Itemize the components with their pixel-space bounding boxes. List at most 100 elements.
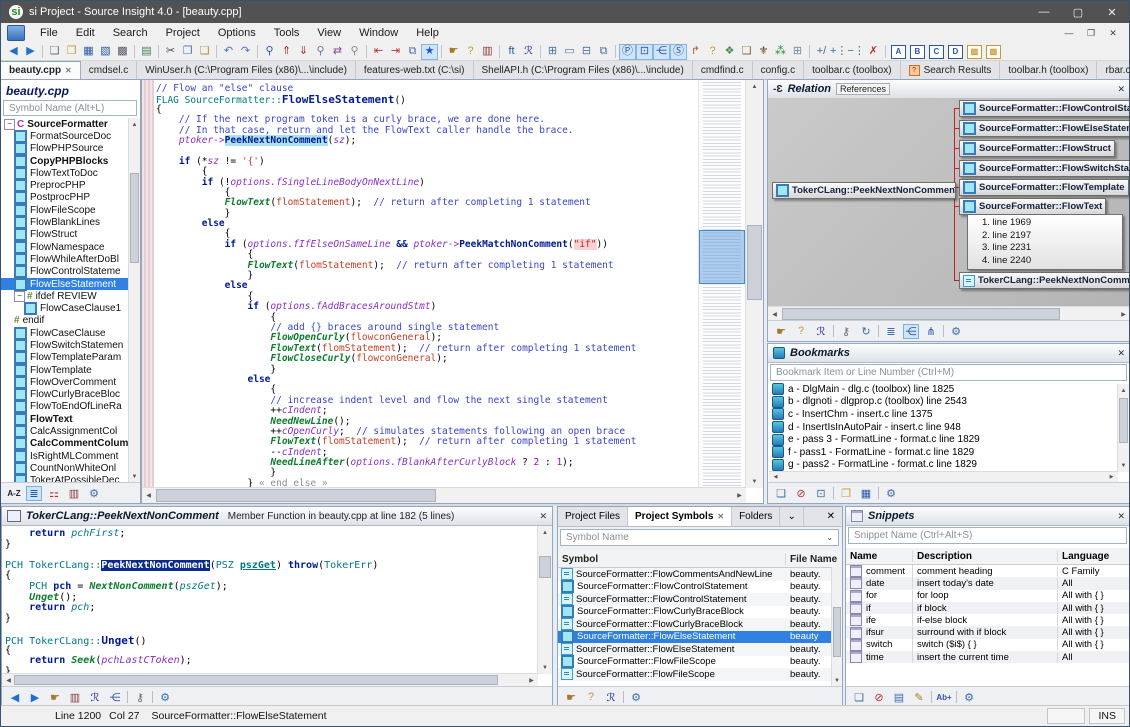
close-icon[interactable]: ✕ <box>1117 84 1125 95</box>
tab-featuresweb.txt[interactable]: features-web.txt (C:\si) <box>356 61 474 79</box>
snippet-props-icon[interactable]: ✎ <box>911 690 927 705</box>
editor-overview-strip[interactable] <box>698 80 745 488</box>
chevron-down-icon[interactable]: ⌄ <box>826 533 833 542</box>
relation-window-icon[interactable]: ⋲ <box>653 44 670 60</box>
bookmarks-vscrollbar[interactable]: ▲ ▼ <box>1117 384 1129 472</box>
bookmark-item[interactable]: e - pass 3 - FormatLine - format.c line … <box>769 433 1118 446</box>
project-symbol-row[interactable]: SourceFormatter::FlowFileScopebeauty. <box>558 668 842 681</box>
format-text-icon[interactable]: ft <box>503 44 520 60</box>
scroll-up-icon[interactable]: ▲ <box>746 80 763 93</box>
save-icon[interactable]: ▦ <box>80 44 97 60</box>
bookmark-filter-input[interactable]: Bookmark Item or Line Number (Ctrl+M) <box>770 364 1127 381</box>
snippet-row[interactable]: timeinsert the current timeAll <box>846 651 1130 663</box>
scroll-up-icon[interactable]: ▲ <box>129 118 140 131</box>
forward-icon[interactable]: ▶ <box>27 690 43 705</box>
scrollbar-thumb[interactable] <box>833 607 841 657</box>
reference-line[interactable]: 3. line 2231 <box>982 242 1118 255</box>
symbol-item[interactable]: FlowWhileAfterDoBl <box>1 253 129 265</box>
cut-icon[interactable]: ✂ <box>162 44 179 60</box>
symbol-item[interactable]: FlowCaseClause <box>1 327 129 339</box>
scroll-up-icon[interactable]: ▲ <box>538 526 552 539</box>
bookmark-item[interactable]: c - InsertChm - insert.c line 1375 <box>769 408 1118 421</box>
symbol-item[interactable]: FlowTextToDoc <box>1 167 129 179</box>
project-symbol-row[interactable]: SourceFormatter::FlowElseStatementbeauty <box>558 631 842 644</box>
renumber-icon[interactable]: ℛ <box>603 690 619 705</box>
relation-node[interactable]: SourceFormatter::FlowControlStatemen <box>959 100 1130 117</box>
draft-view-icon[interactable]: ⊞ <box>789 44 806 60</box>
key-a-icon[interactable]: A <box>891 45 906 59</box>
project-symbol-row[interactable]: SourceFormatter::FlowCommentsAndNewLineb… <box>558 568 842 581</box>
redo-icon[interactable]: ↷ <box>237 44 254 60</box>
project-window-icon[interactable]: Ⓟ <box>619 44 636 60</box>
goto-bookmark-icon[interactable]: ⊡ <box>813 486 829 501</box>
browse-symbols-icon[interactable]: ☛ <box>47 690 63 705</box>
overview-viewport[interactable] <box>699 230 745 284</box>
scroll-left-icon[interactable]: ◀ <box>768 307 781 321</box>
relation-node[interactable]: SourceFormatter::FlowStruct <box>959 140 1115 157</box>
filename-column-header[interactable]: File Name <box>786 554 842 565</box>
symbol-item[interactable]: FlowElseStatement <box>1 278 129 290</box>
settings-icon[interactable]: ⚙ <box>157 690 173 705</box>
scroll-right-icon[interactable]: ▶ <box>1117 307 1130 321</box>
symbol-column-header[interactable]: Symbol <box>558 554 786 565</box>
symbol-info-icon[interactable]: ❖ <box>721 44 738 60</box>
tab-toolbar.c[interactable]: toolbar.c (toolbox) <box>804 61 901 79</box>
help-doc-icon[interactable]: ? <box>583 690 599 705</box>
indent-right-icon[interactable]: +⋮ <box>830 44 847 60</box>
undo-icon[interactable]: ↶ <box>220 44 237 60</box>
replace-icon[interactable]: ⇄ <box>329 44 346 60</box>
project-vscrollbar[interactable]: ▼ <box>831 567 842 687</box>
code-editor[interactable]: // Flow an "else" clauseFLAG SourceForma… <box>141 79 764 504</box>
settings-icon[interactable]: ⚙ <box>961 690 977 705</box>
window-minimize-button[interactable]: — <box>1027 1 1061 23</box>
project-symbol-row[interactable]: SourceFormatter::FlowFileScopebeauty. <box>558 656 842 669</box>
snippet-row[interactable]: ifsursurround with if blockAll with { } <box>846 626 1130 638</box>
chart-view-icon[interactable]: ⋔ <box>923 324 939 339</box>
symbol-item[interactable]: FlowTemplateParam <box>1 352 129 364</box>
tab-project-symbols[interactable]: Project Symbols✕ <box>628 507 732 526</box>
back-icon[interactable]: ◀ <box>5 44 22 60</box>
search-backward-icon[interactable]: ⇑ <box>278 44 295 60</box>
mdi-minimize-button[interactable]: — <box>1059 25 1079 41</box>
paste-icon[interactable]: ❑ <box>196 44 213 60</box>
cancel-icon[interactable]: ✗ <box>865 44 882 60</box>
reference-line[interactable]: 1. line 1969 <box>982 217 1118 230</box>
symbol-item[interactable]: CountNonWhiteOnl <box>1 462 129 474</box>
settings-icon[interactable]: ⚙ <box>883 486 899 501</box>
menu-window[interactable]: Window <box>350 25 407 41</box>
menu-tools[interactable]: Tools <box>265 25 309 41</box>
layout-single-icon[interactable]: ▭ <box>561 44 578 60</box>
menu-project[interactable]: Project <box>157 25 209 41</box>
snippet-row[interactable]: switchswitch ($i$) { }All with { } <box>846 639 1130 651</box>
new-file-icon[interactable]: ❏ <box>46 44 63 60</box>
symbol-item[interactable]: FlowBlankLines <box>1 216 129 228</box>
tab-close-icon[interactable]: ✕ <box>717 512 724 521</box>
rename-icon[interactable]: Ab+ <box>936 690 952 705</box>
forward-icon[interactable]: ▶ <box>22 44 39 60</box>
relation-node[interactable]: SourceFormatter::FlowSwitchStatement <box>959 160 1130 177</box>
tab-close-icon[interactable]: ✕ <box>65 66 72 75</box>
scroll-up-icon[interactable]: ▲ <box>1118 384 1129 397</box>
symbol-item[interactable]: FlowStruct <box>1 229 129 241</box>
symbol-item[interactable]: FormatSourceDoc <box>1 130 129 142</box>
snippet-row[interactable]: ifeif-else blockAll with { } <box>846 614 1130 626</box>
scroll-right-icon[interactable]: ▶ <box>733 488 746 503</box>
scrollbar-thumb[interactable] <box>130 173 139 263</box>
reference-line[interactable]: 4. line 2240 <box>982 255 1118 268</box>
symbol-item[interactable]: #endif <box>1 315 129 327</box>
add-bookmark-icon[interactable]: ❏ <box>773 486 789 501</box>
symbol-list-scrollbar[interactable]: ▲ ▼ <box>128 118 140 483</box>
scrollbar-thumb[interactable] <box>1119 398 1128 443</box>
browse-project-icon[interactable]: ⚲ <box>346 44 363 60</box>
window-close-button[interactable]: ✕ <box>1095 1 1129 23</box>
snippet-row[interactable]: forfor loopAll with { } <box>846 590 1130 602</box>
key-c-icon[interactable]: C <box>929 45 944 59</box>
refresh-icon[interactable]: ↻ <box>858 324 874 339</box>
search-icon[interactable]: ⚲ <box>261 44 278 60</box>
layout-float-icon[interactable]: ⧉ <box>595 44 612 60</box>
symbol-window-icon[interactable]: Ⓢ <box>670 44 687 60</box>
symbol-item[interactable]: FlowCurlyBraceBloc <box>1 389 129 401</box>
key-b-icon[interactable]: B <box>910 45 925 59</box>
bookmark-item[interactable]: g - pass2 - FormatLine - format.c line 1… <box>769 459 1118 472</box>
project-symbol-row[interactable]: SourceFormatter::FlowControlStatementbea… <box>558 593 842 606</box>
